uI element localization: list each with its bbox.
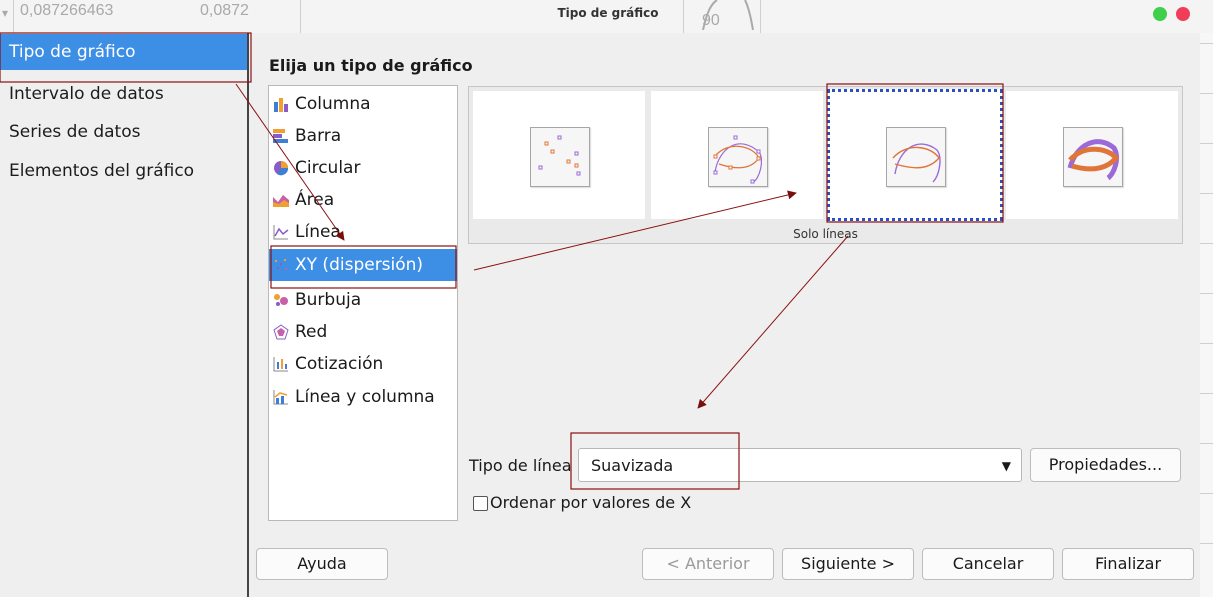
chart-type-net[interactable]: Red: [269, 316, 457, 348]
finish-button[interactable]: Finalizar: [1062, 548, 1194, 580]
chart-type-column-line[interactable]: Línea y columna: [269, 381, 457, 413]
chart-type-label: Línea: [295, 222, 341, 242]
chart-type-label: XY (dispersión): [295, 255, 424, 275]
chart-type-column[interactable]: Columna: [269, 88, 457, 120]
step-label: Elementos del gráfico: [9, 161, 195, 181]
cell-divider: [13, 0, 14, 33]
back-button[interactable]: < Anterior: [642, 548, 774, 580]
column-line-chart-icon: [273, 390, 288, 405]
close-dot-icon[interactable]: [1176, 7, 1190, 21]
points-and-lines-icon: [708, 127, 768, 187]
chart-type-label: Circular: [295, 158, 361, 178]
chart-type-label: Línea y columna: [295, 387, 435, 407]
lines-only-icon: [886, 127, 946, 187]
page-heading: Elija un tipo de gráfico: [269, 56, 473, 75]
chart-type-bubble[interactable]: Burbuja: [269, 284, 457, 316]
area-chart-icon: [273, 195, 289, 207]
background-cell: 0,087266463: [20, 2, 114, 19]
dialog-title: Tipo de gráfico: [557, 6, 659, 20]
step-chart-elements[interactable]: Elementos del gráfico: [0, 153, 247, 189]
points-only-icon: [530, 127, 590, 187]
chevron-down-icon: ▼: [1001, 459, 1011, 473]
variant-caption: Solo líneas: [793, 227, 858, 241]
chart-type-bar[interactable]: Barra: [269, 120, 457, 152]
chart-type-line[interactable]: Línea: [269, 216, 457, 248]
help-button[interactable]: Ayuda: [256, 548, 388, 580]
chart-type-label: Columna: [295, 94, 371, 114]
dialog-titlebar: Tipo de gráfico: [248, 0, 1200, 30]
bubble-chart-icon: [274, 294, 288, 306]
annotation-arrow: [697, 235, 849, 409]
step-label: Tipo de gráfico: [9, 42, 136, 62]
dropdown-arrow-icon: ▾: [2, 6, 9, 20]
variant-3d-lines[interactable]: [1006, 91, 1178, 219]
step-label: Series de datos: [9, 122, 141, 142]
properties-button[interactable]: Propiedades...: [1030, 448, 1181, 482]
cancel-button[interactable]: Cancelar: [922, 548, 1054, 580]
chart-type-xy-scatter[interactable]: XY (dispersión): [269, 249, 457, 281]
step-chart-type[interactable]: Tipo de gráfico: [0, 34, 247, 70]
chart-type-label: Burbuja: [295, 290, 362, 310]
wizard-steps-sidebar: Tipo de gráfico Intervalo de datos Serie…: [0, 33, 249, 597]
line-type-label: Tipo de línea: [469, 456, 572, 475]
checkbox-box[interactable]: [473, 496, 488, 511]
column-chart-icon: [274, 98, 288, 112]
background-cell: 0,0872: [200, 2, 249, 19]
background-spreadsheet-edge: [1200, 33, 1213, 597]
variant-lines-only[interactable]: [827, 89, 1003, 221]
net-chart-icon: [273, 324, 289, 340]
step-data-series[interactable]: Series de datos: [0, 114, 247, 150]
background-curve-icon: [702, 0, 754, 30]
step-label: Intervalo de datos: [9, 84, 164, 104]
chart-variant-panel: Solo líneas: [468, 86, 1183, 244]
step-data-range[interactable]: Intervalo de datos: [0, 76, 247, 112]
chart-type-label: Red: [295, 322, 328, 342]
variant-points-only[interactable]: [473, 91, 645, 219]
pie-chart-icon: [274, 161, 289, 176]
bar-chart-icon: [273, 129, 288, 143]
next-button[interactable]: Siguiente >: [782, 548, 914, 580]
line-type-select[interactable]: Suavizada ▼: [578, 448, 1022, 482]
maximize-dot-icon[interactable]: [1153, 7, 1167, 21]
checkbox-label: Ordenar por valores de X: [490, 493, 692, 512]
chart-type-stock[interactable]: Cotización: [269, 348, 457, 380]
chart-type-label: Cotización: [295, 354, 384, 374]
line-type-value: Suavizada: [591, 456, 674, 475]
chart-type-area[interactable]: Área: [269, 184, 457, 216]
variant-points-and-lines[interactable]: [651, 91, 823, 219]
chart-type-label: Barra: [295, 126, 342, 146]
chart-type-pie[interactable]: Circular: [269, 152, 457, 184]
scatter-chart-icon: [275, 259, 287, 270]
line-chart-icon: [273, 225, 289, 240]
3d-lines-icon: [1063, 127, 1123, 187]
chart-type-list: Columna Barra Circular Área Línea XY (di…: [268, 85, 458, 521]
stock-chart-icon: [273, 357, 288, 372]
chart-type-label: Área: [295, 190, 335, 210]
